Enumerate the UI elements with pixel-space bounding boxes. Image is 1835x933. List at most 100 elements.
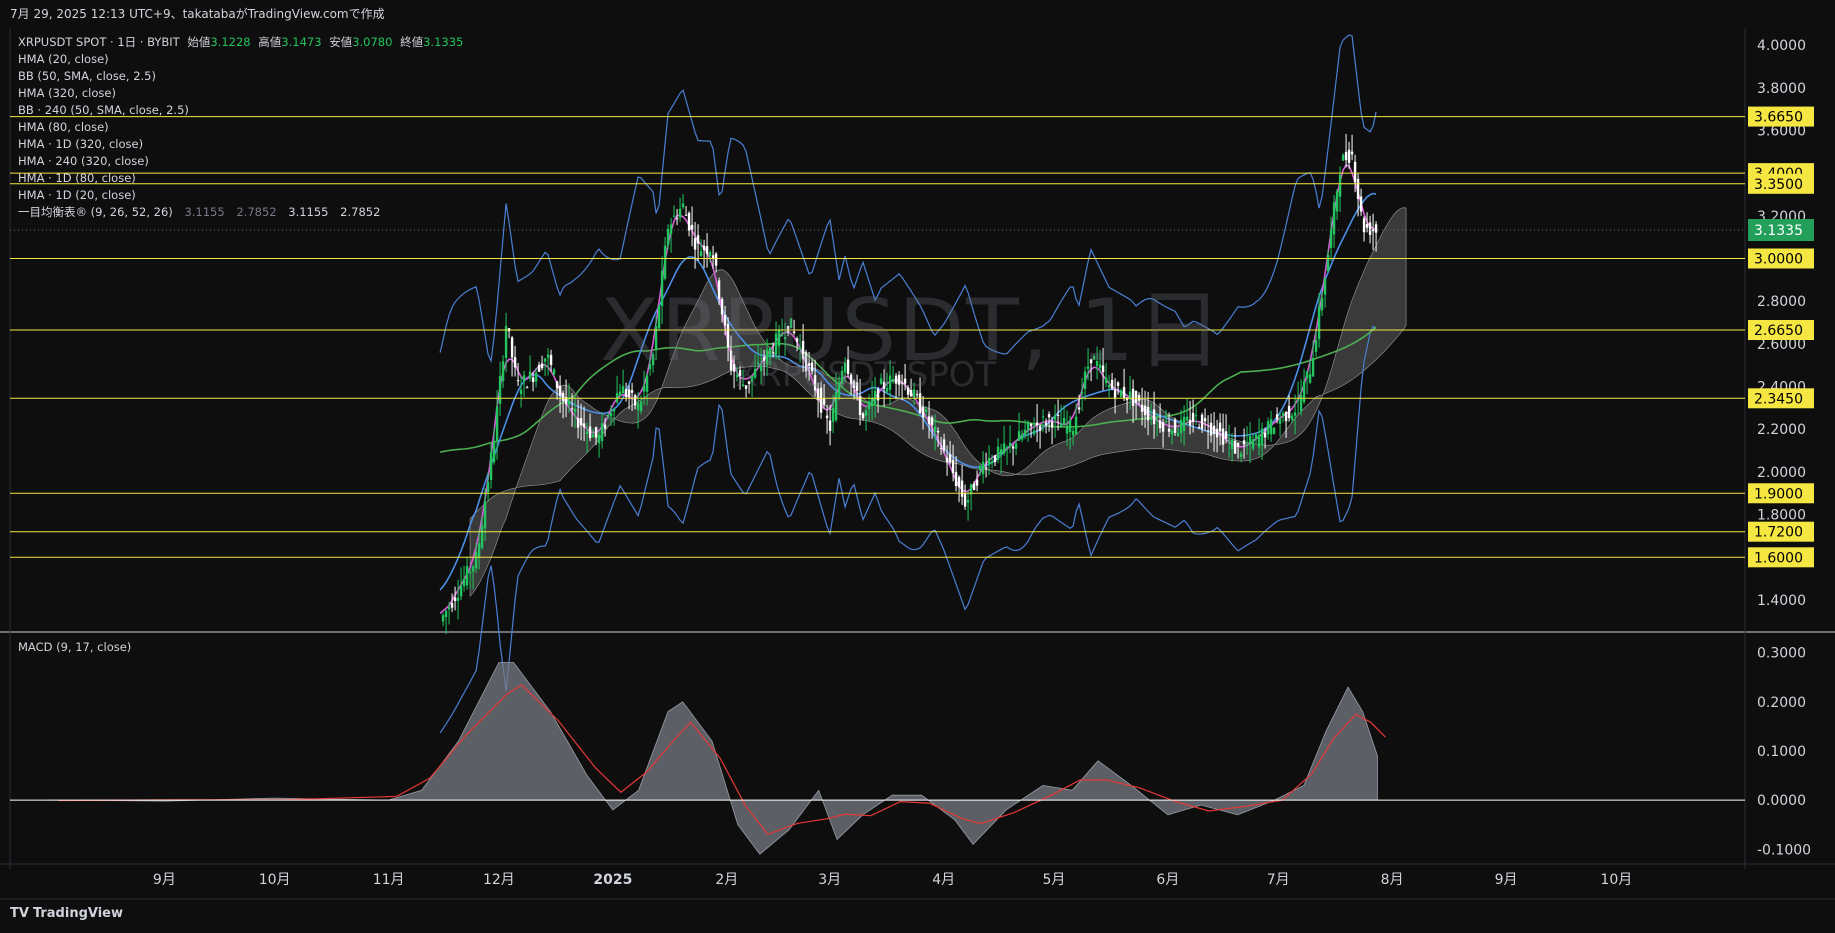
candle-body — [1077, 407, 1081, 410]
legend-high: 3.1473 — [281, 35, 322, 49]
candle-body — [1011, 446, 1015, 449]
candle-body — [498, 376, 502, 404]
candle-body — [1242, 440, 1246, 445]
candle-body — [609, 412, 613, 417]
legend-indicator[interactable]: HMA · 1D (320, close) — [18, 136, 463, 153]
candle-body — [669, 224, 673, 235]
candle-body — [702, 245, 706, 251]
candle-body — [1023, 429, 1027, 436]
candle-body — [1206, 430, 1210, 432]
indicator-legend: XRPUSDT SPOT · 1日 · BYBIT 始値3.1228 高値3.1… — [18, 34, 463, 221]
candle-body — [1044, 422, 1048, 426]
time-tick-label: 9月 — [1495, 872, 1518, 888]
legend-indicator[interactable]: BB (50, SMA, close, 2.5) — [18, 68, 463, 85]
candle-body — [1062, 417, 1066, 425]
candle-body — [1368, 222, 1372, 235]
candle-body — [1194, 415, 1198, 417]
candle-body — [924, 409, 928, 412]
candle-body — [1335, 191, 1339, 212]
legend-indicator[interactable]: HMA · 240 (320, close) — [18, 153, 463, 170]
level-label: 3.3500 — [1754, 177, 1803, 193]
candle-body — [483, 501, 487, 529]
candle-body — [1362, 218, 1366, 233]
level-label: 2.3450 — [1754, 391, 1803, 407]
candle-body — [666, 229, 670, 246]
candle-body — [864, 410, 868, 416]
candle-body — [1188, 419, 1192, 426]
candle-body — [447, 607, 451, 610]
price-tick-label: 4.0000 — [1757, 38, 1806, 54]
candle-body — [459, 585, 463, 597]
candle-body — [705, 246, 709, 254]
legend-indicator[interactable]: BB · 240 (50, SMA, close, 2.5) — [18, 102, 463, 119]
candle-body — [522, 375, 526, 382]
candle-body — [1071, 430, 1075, 436]
candle-body — [1005, 446, 1009, 448]
candle-body — [456, 597, 460, 601]
candle-body — [1152, 409, 1156, 425]
candle-body — [1344, 151, 1348, 161]
candle-body — [1296, 399, 1300, 401]
candle-body — [450, 602, 454, 608]
ichimoku-value-2: 2.7852 — [236, 205, 277, 219]
candle-body — [1236, 442, 1240, 447]
candle-body — [1254, 434, 1258, 439]
candle-body — [1359, 196, 1363, 212]
candle-body — [1059, 423, 1063, 427]
candle-body — [1179, 419, 1183, 433]
time-tick-label: 2025 — [593, 872, 632, 888]
legend-indicator[interactable]: HMA (320, close) — [18, 85, 463, 102]
candle-body — [828, 420, 832, 431]
candle-body — [549, 354, 553, 365]
level-label: 1.9000 — [1754, 486, 1803, 502]
legend-close-label: 終値 — [400, 35, 424, 49]
tradingview-branding[interactable]: TV TradingView — [10, 906, 123, 921]
legend-indicator[interactable]: HMA (80, close) — [18, 119, 463, 136]
level-label: 1.7200 — [1754, 525, 1803, 541]
legend-low: 3.0780 — [352, 35, 393, 49]
legend-ichimoku[interactable]: 一目均衡表® (9, 26, 52, 26) 3.1155 2.7852 3.1… — [18, 204, 463, 221]
time-tick-label: 2月 — [715, 872, 738, 888]
price-tick-label: 3.8000 — [1757, 81, 1806, 97]
candle-body — [966, 500, 970, 503]
candle-body — [1221, 428, 1225, 445]
candle-body — [561, 392, 565, 402]
legend-low-label: 安値 — [329, 35, 353, 49]
candle-body — [603, 424, 607, 429]
candle-body — [936, 430, 940, 433]
candle-body — [699, 251, 703, 257]
candle-body — [1065, 425, 1069, 434]
candle-body — [1338, 174, 1342, 197]
time-tick-label: 5月 — [1042, 872, 1065, 888]
candle-body — [1164, 421, 1168, 423]
candle-body — [534, 372, 538, 382]
tradingview-brand: TradingView — [32, 906, 123, 921]
legend-indicator[interactable]: HMA · 1D (80, close) — [18, 170, 463, 187]
candle-body — [690, 224, 694, 230]
candle-body — [1329, 228, 1333, 249]
macd-legend[interactable]: MACD (9, 17, close) — [18, 640, 131, 654]
candle-body — [1293, 412, 1297, 416]
candle-body — [831, 407, 835, 422]
candle-body — [576, 418, 580, 428]
candle-body — [1176, 432, 1180, 436]
candle-body — [588, 426, 592, 439]
legend-open: 3.1228 — [210, 35, 251, 49]
legend-indicator[interactable]: HMA · 1D (20, close) — [18, 187, 463, 204]
candle-body — [825, 415, 829, 419]
candle-body — [1314, 339, 1318, 352]
macd-tick-label: 0.3000 — [1757, 646, 1806, 662]
legend-open-label: 始値 — [187, 35, 211, 49]
candle-body — [1320, 297, 1324, 311]
legend-symbol-row[interactable]: XRPUSDT SPOT · 1日 · BYBIT 始値3.1228 高値3.1… — [18, 34, 463, 51]
legend-indicator[interactable]: HMA (20, close) — [18, 51, 463, 68]
candle-body — [624, 389, 628, 398]
candle-body — [504, 325, 508, 359]
candle-body — [861, 413, 865, 419]
candle-body — [708, 252, 712, 257]
candle-body — [999, 449, 1003, 455]
time-tick-label: 11月 — [373, 872, 405, 888]
candle-body — [1155, 419, 1159, 421]
candle-body — [465, 566, 469, 586]
candle-body — [501, 361, 505, 382]
